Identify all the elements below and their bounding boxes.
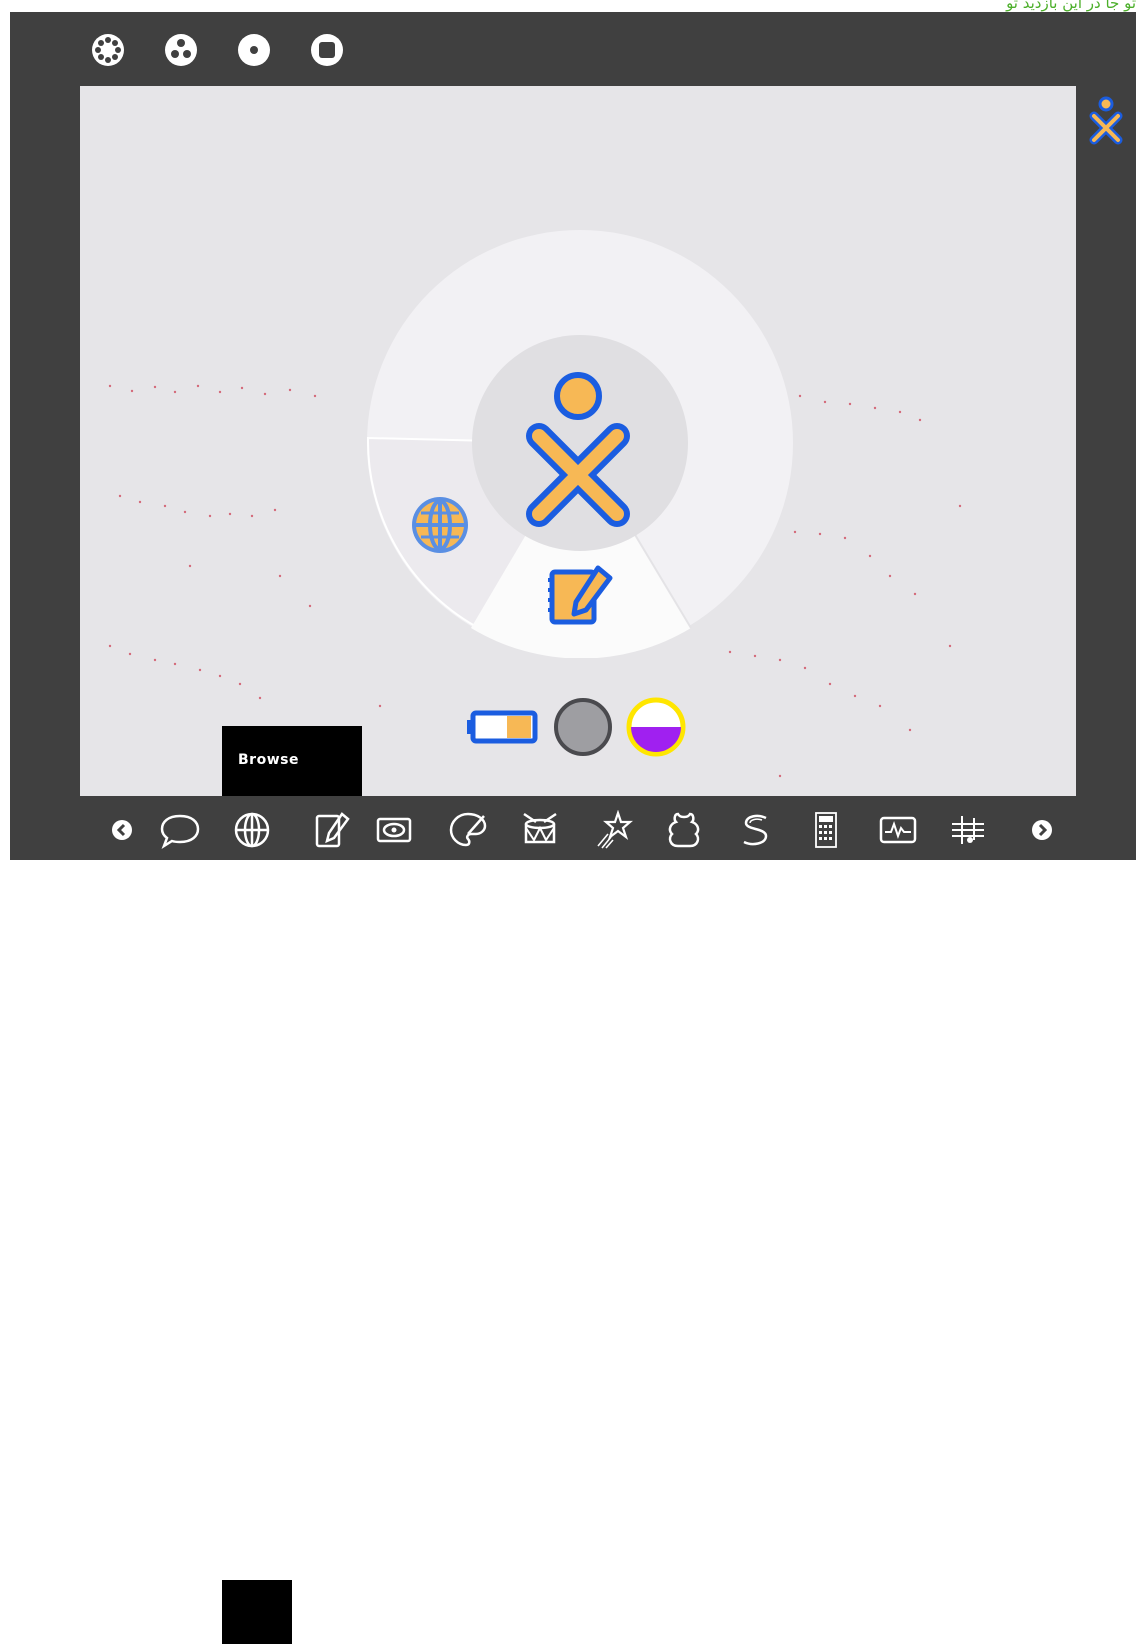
- tamtam-edit-icon[interactable]: [948, 810, 988, 850]
- xo-buddy-icon[interactable]: [1088, 94, 1124, 146]
- scroll-right-icon[interactable]: [1022, 810, 1062, 850]
- browse-icon[interactable]: [232, 810, 272, 850]
- tamtam-icon[interactable]: [520, 810, 560, 850]
- write-icon[interactable]: [312, 810, 352, 850]
- browse-palette-tab: [222, 1580, 292, 1644]
- activity-icon[interactable]: [309, 32, 345, 68]
- paint-icon[interactable]: [448, 810, 488, 850]
- battery-icon[interactable]: [465, 707, 541, 747]
- device-tray: [465, 696, 687, 758]
- neighborhood-icon[interactable]: [90, 32, 126, 68]
- calculate-icon[interactable]: [806, 810, 846, 850]
- group-icon[interactable]: [163, 32, 199, 68]
- turtle-icon[interactable]: [736, 810, 776, 850]
- palette-title: Browse: [238, 752, 299, 768]
- activity-ring: [366, 230, 793, 658]
- sugar-frame: Browse: [10, 12, 1136, 1644]
- home-desktop: [80, 86, 1076, 796]
- scroll-left-icon[interactable]: [102, 810, 142, 850]
- activity-palette[interactable]: Browse: [222, 726, 362, 796]
- browse-icon[interactable]: [412, 497, 468, 553]
- measure-icon[interactable]: [878, 810, 918, 850]
- view-switcher: [90, 32, 345, 68]
- top-caption: تو جا در این بازدید تو: [1006, 0, 1136, 12]
- star-icon[interactable]: [594, 809, 634, 850]
- storage-icon[interactable]: [625, 696, 687, 758]
- record-icon[interactable]: [374, 810, 414, 850]
- etoys-icon[interactable]: [664, 810, 704, 850]
- home-icon[interactable]: [236, 32, 272, 68]
- chat-icon[interactable]: [160, 810, 200, 850]
- activity-toolbar: [10, 796, 1136, 1644]
- network-icon[interactable]: [553, 697, 613, 757]
